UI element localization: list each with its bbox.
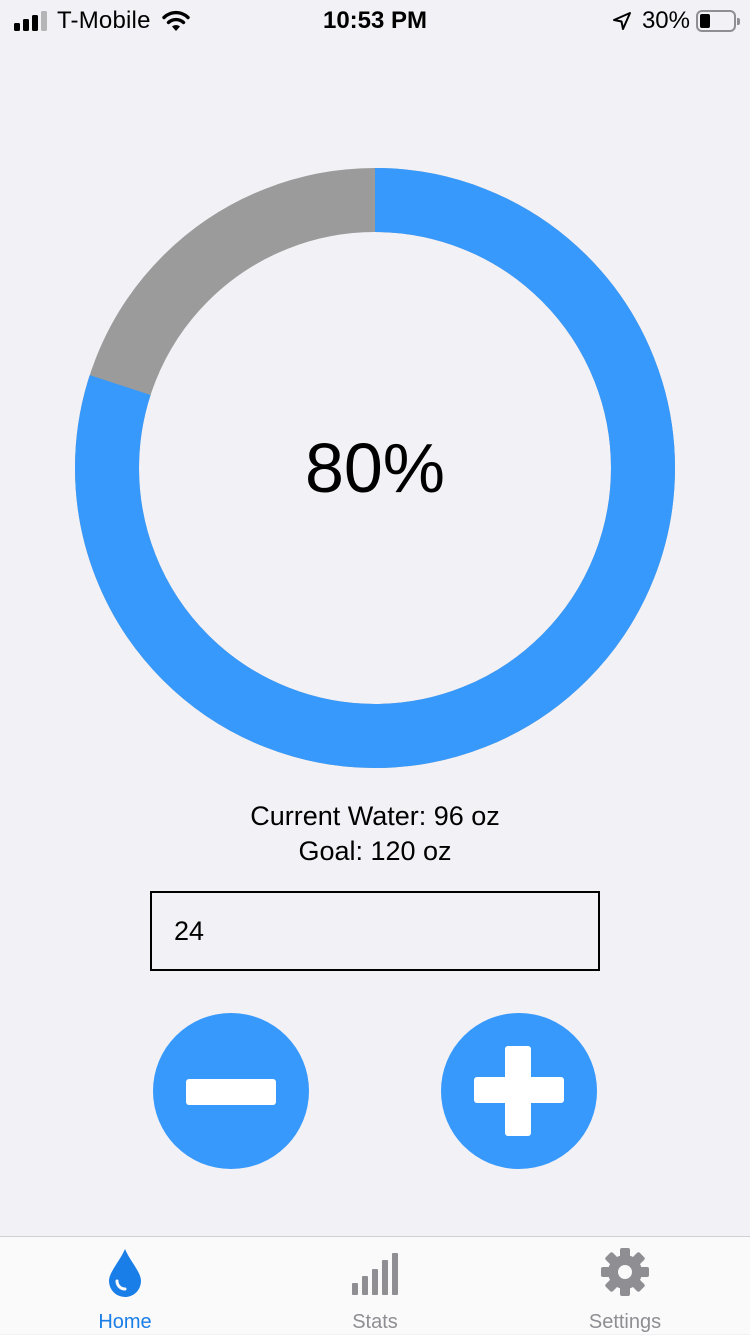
battery-fill <box>700 14 710 28</box>
decrease-button[interactable] <box>153 1013 309 1169</box>
water-drop-icon <box>109 1249 141 1297</box>
location-arrow-icon <box>612 12 631 30</box>
goal-label: Goal: 120 oz <box>298 836 452 866</box>
tab-bar: Home Stats Settings <box>0 1236 750 1334</box>
bar-chart-icon <box>352 1253 398 1295</box>
status-right: 30% <box>612 6 740 36</box>
battery-icon <box>696 10 740 32</box>
battery-percent: 30% <box>641 7 690 34</box>
tab-settings-label: Settings <box>588 1311 662 1333</box>
status-bar: T-Mobile 10:53 PM 30% <box>0 0 750 40</box>
gear-icon <box>601 1248 649 1296</box>
tab-stats[interactable]: Stats <box>250 1237 500 1335</box>
minus-icon <box>186 1079 276 1105</box>
tab-home[interactable]: Home <box>0 1237 250 1335</box>
tab-settings[interactable]: Settings <box>500 1237 750 1335</box>
increase-button[interactable] <box>441 1013 597 1169</box>
current-water-label: Current Water: 96 oz <box>250 801 500 831</box>
tab-stats-label: Stats <box>352 1311 398 1333</box>
progress-percent-label: 80% <box>304 429 446 507</box>
amount-input[interactable] <box>150 891 600 971</box>
tab-home-label: Home <box>98 1311 152 1333</box>
